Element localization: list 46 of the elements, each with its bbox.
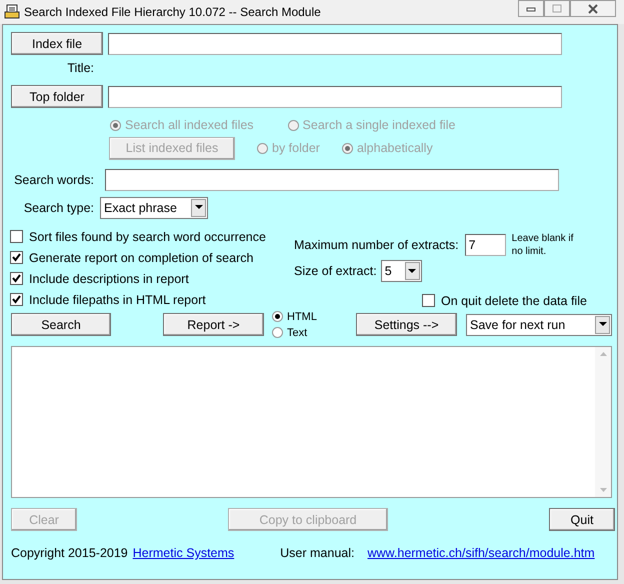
quit-delete-checkbox[interactable]: On quit delete the data file <box>422 292 617 309</box>
max-extracts-label: Maximum number of extracts: <box>294 238 459 252</box>
search-button[interactable]: Search <box>11 313 111 336</box>
format-radio[interactable]: Text <box>272 326 356 338</box>
manual-label: User manual: <box>280 546 354 560</box>
quit-button[interactable]: Quit <box>549 508 615 531</box>
copyright-text: Copyright 2015-2019 <box>11 546 128 560</box>
option-checkbox[interactable]: Sort files found by search word occurrence <box>10 228 294 245</box>
scrollbar[interactable] <box>595 347 611 497</box>
minimize-button[interactable] <box>518 0 544 17</box>
index-file-field[interactable] <box>108 32 562 54</box>
search-type-label: Search type: <box>22 200 94 214</box>
report-button[interactable]: Report -> <box>163 313 264 336</box>
company-link[interactable]: Hermetic Systems <box>132 546 234 560</box>
check-icon <box>11 273 22 284</box>
settings-dropdown[interactable]: Save for next run <box>466 314 612 336</box>
settings-button[interactable]: Settings --> <box>356 313 457 336</box>
scroll-down-icon <box>600 488 606 492</box>
extract-size-label: Size of extract: <box>294 264 377 278</box>
limit-note: Leave blank if no limit. <box>512 232 574 258</box>
window-title: Search Indexed File Hierarchy 10.072 -- Search Module <box>24 5 321 19</box>
printer-icon <box>4 4 20 20</box>
top-folder-field[interactable] <box>108 86 562 108</box>
option-checkbox[interactable]: Include descriptions in report <box>10 270 294 287</box>
option-checkbox[interactable]: Include filepaths in HTML report <box>10 291 294 308</box>
close-button[interactable] <box>570 0 616 17</box>
check-icon <box>11 294 22 305</box>
dropdown-arrow-icon <box>598 322 606 327</box>
search-words-field[interactable] <box>105 168 559 190</box>
top-folder-button[interactable]: Top folder <box>11 85 103 108</box>
scroll-up-icon <box>600 352 606 356</box>
manual-link[interactable]: www.hermetic.ch/sifh/search/module.htm <box>368 546 595 560</box>
search-type-dropdown[interactable]: Exact phrase <box>100 196 208 218</box>
option-checkbox[interactable]: Generate report on completion of search <box>10 249 294 266</box>
dropdown-arrow-icon <box>408 268 416 274</box>
extract-size-dropdown[interactable]: 5 <box>380 260 422 282</box>
dropdown-arrow-icon <box>194 205 202 210</box>
index-file-button[interactable]: Index file <box>11 32 103 55</box>
format-radio[interactable]: HTML <box>272 310 356 322</box>
maximize-icon <box>552 4 562 13</box>
check-icon <box>11 252 22 263</box>
max-extracts-field[interactable]: 7 <box>464 234 506 256</box>
title-label: Title: <box>66 61 94 75</box>
search-words-label: Search words: <box>13 172 94 186</box>
minimize-icon <box>526 6 536 12</box>
close-icon <box>587 4 599 14</box>
